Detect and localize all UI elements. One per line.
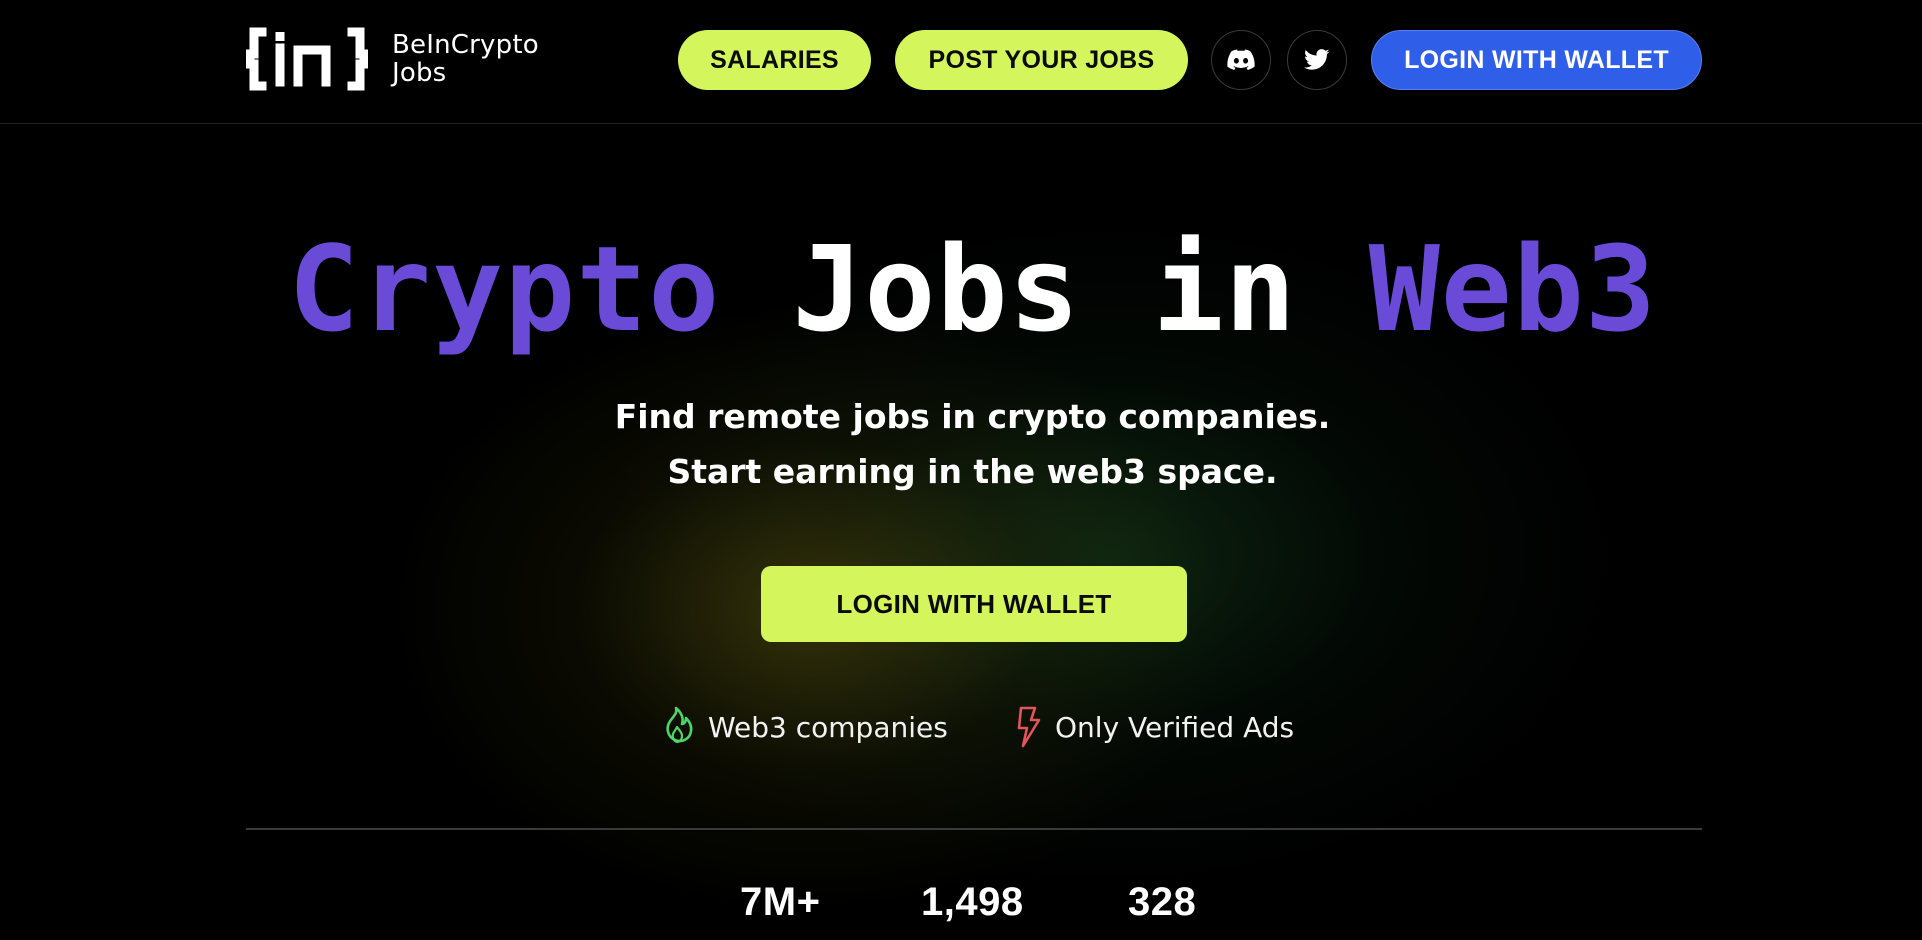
hero-subtitle-line2: Start earning in the web3 space. xyxy=(667,452,1278,491)
page: BeInCrypto Jobs SALARIES POST YOUR JOBS … xyxy=(0,0,1922,940)
hero-login-wallet-button[interactable]: LOGIN WITH WALLET xyxy=(761,566,1187,642)
logo-mark-icon xyxy=(246,27,368,91)
section-divider xyxy=(246,828,1702,830)
discord-button[interactable] xyxy=(1211,30,1271,90)
hero-title: Crypto Jobs in Web3 xyxy=(0,220,1922,358)
discord-icon xyxy=(1227,49,1255,70)
feature-web3-companies: Web3 companies xyxy=(662,706,948,748)
logo-line2: Jobs xyxy=(392,58,447,88)
stat-value: 1,498 xyxy=(921,880,1024,924)
header-login-wallet-button[interactable]: LOGIN WITH WALLET xyxy=(1371,30,1702,90)
site-header: BeInCrypto Jobs SALARIES POST YOUR JOBS … xyxy=(0,0,1922,124)
twitter-icon xyxy=(1304,49,1330,70)
title-word-jobs-in: Jobs in xyxy=(792,220,1297,358)
feature-verified-ads: Only Verified Ads xyxy=(1015,706,1294,748)
post-jobs-button[interactable]: POST YOUR JOBS xyxy=(895,30,1188,90)
feature-label: Web3 companies xyxy=(708,710,948,744)
title-word-crypto: Crypto xyxy=(288,220,721,358)
stat-value: 328 xyxy=(1128,880,1197,924)
twitter-button[interactable] xyxy=(1287,30,1347,90)
logo[interactable]: BeInCrypto Jobs xyxy=(246,26,539,92)
lightning-icon xyxy=(1017,706,1041,748)
logo-line1: BeInCrypto xyxy=(392,30,539,60)
feature-label: Only Verified Ads xyxy=(1055,710,1295,744)
logo-text: BeInCrypto Jobs xyxy=(392,31,539,87)
flame-icon xyxy=(666,706,693,744)
stat-value: 7M+ xyxy=(740,880,821,924)
title-word-web3: Web3 xyxy=(1368,220,1657,358)
salaries-button[interactable]: SALARIES xyxy=(678,30,871,90)
hero-subtitle-line1: Find remote jobs in crypto companies. xyxy=(614,397,1331,436)
